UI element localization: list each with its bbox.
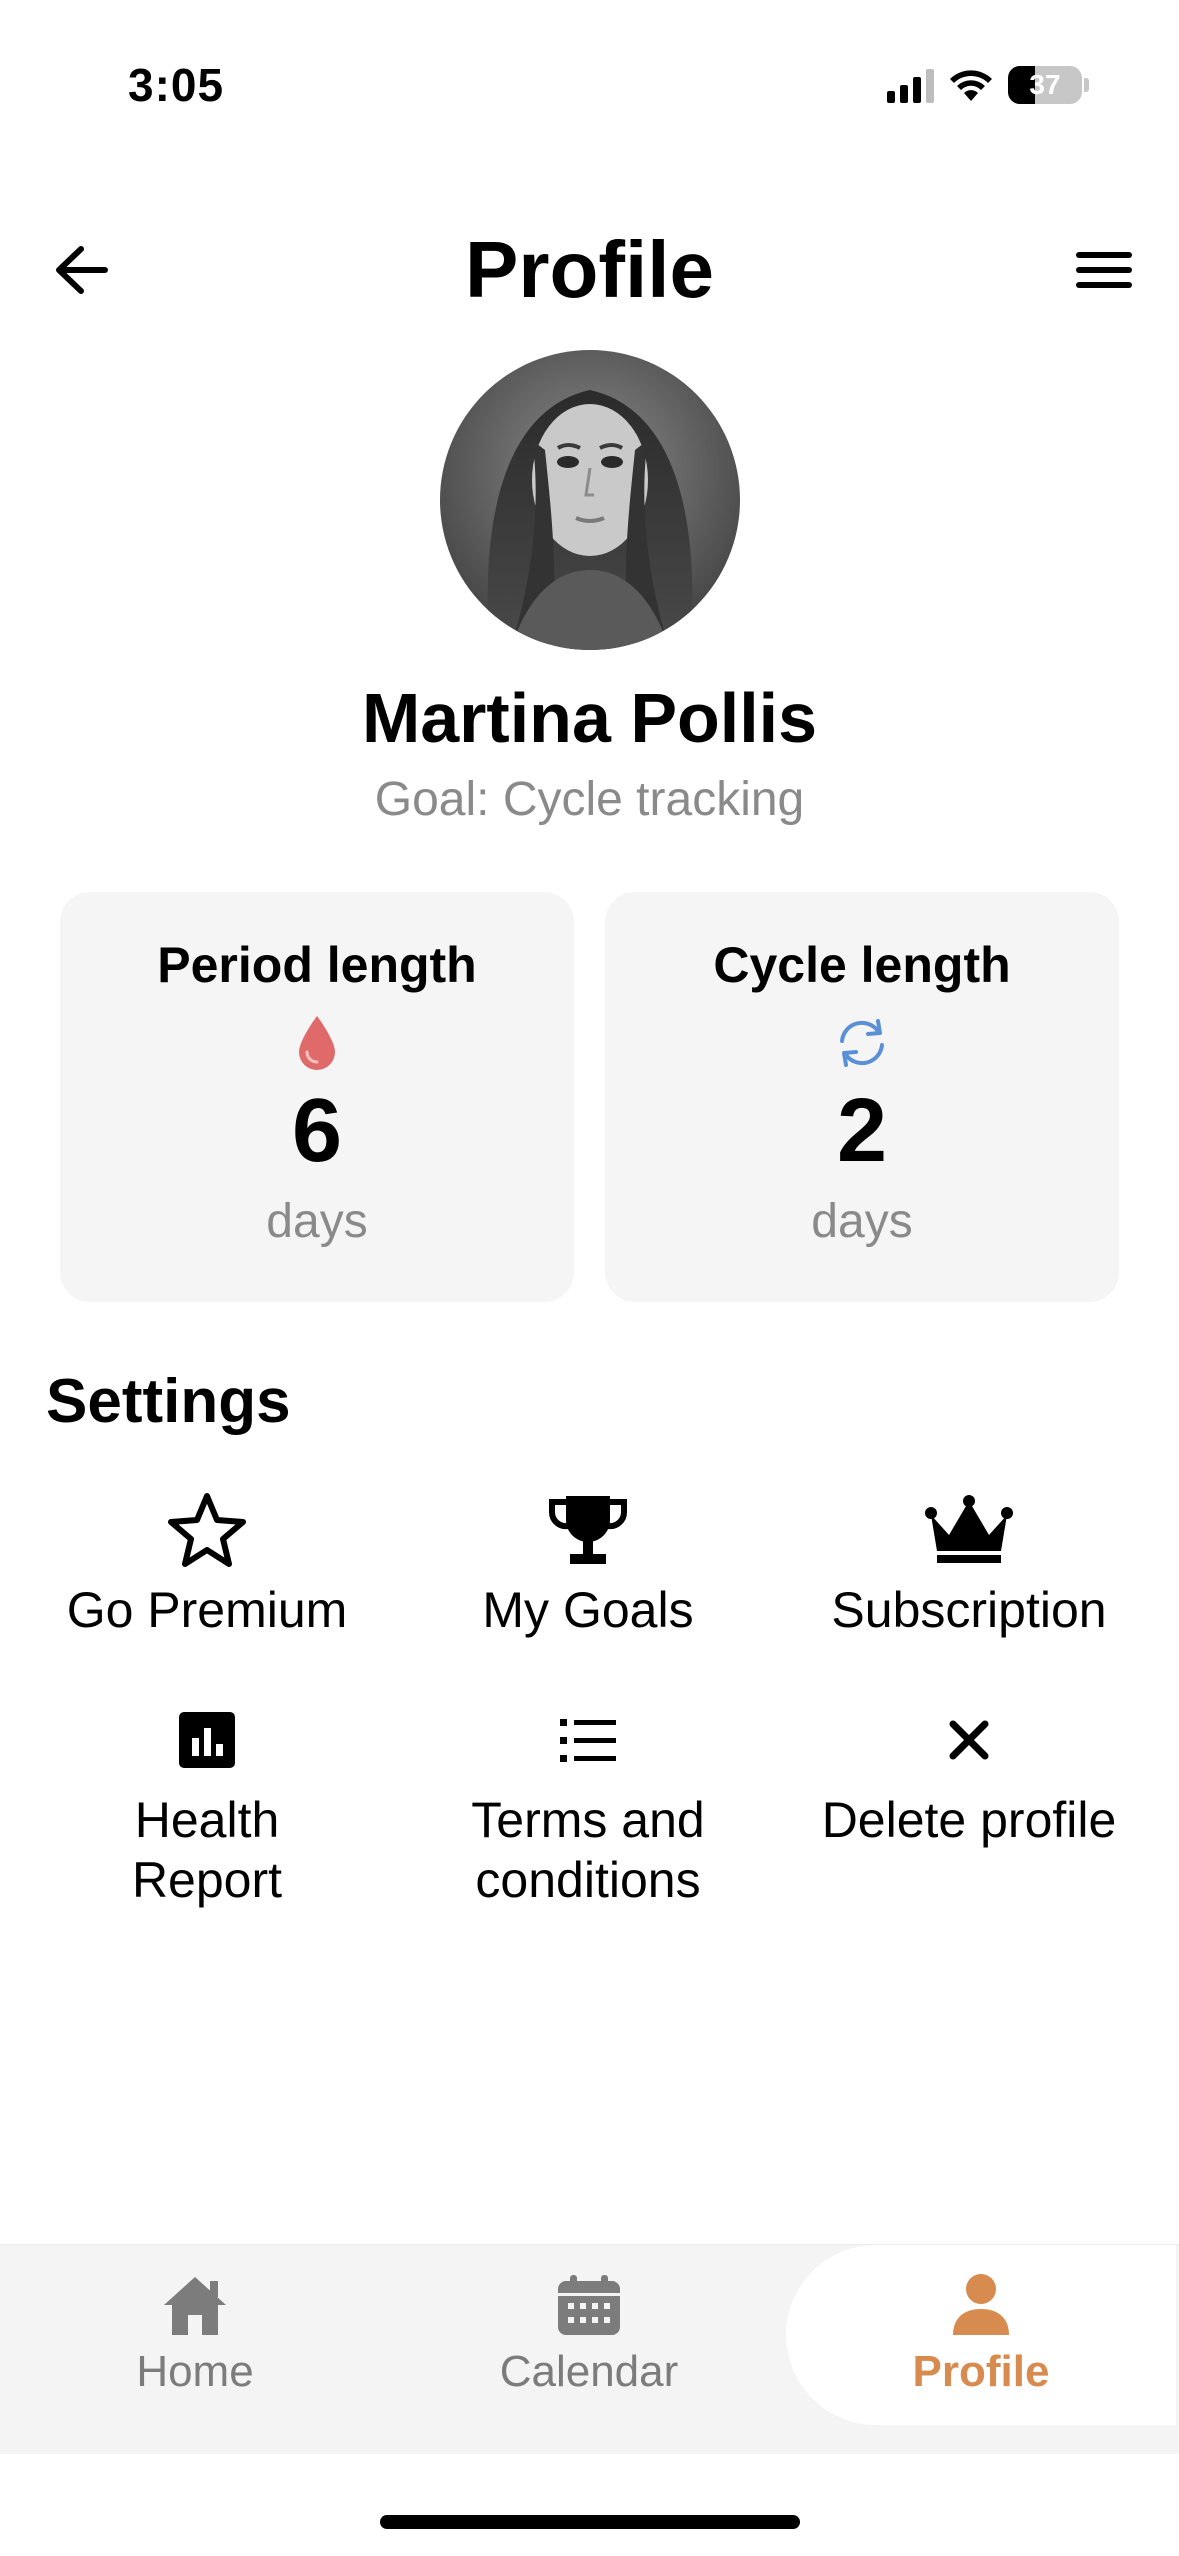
tab-calendar-label: Calendar — [499, 2347, 679, 2396]
my-goals-button[interactable]: My Goals — [398, 1490, 778, 1640]
home-indicator[interactable] — [380, 2515, 800, 2529]
sync-icon — [840, 1019, 884, 1067]
cycle-length-card[interactable]: Cycle length 2 days — [605, 892, 1119, 1302]
health-report-button[interactable]: Health Report — [17, 1700, 397, 1910]
tab-home-label: Home — [136, 2347, 254, 2396]
user-name: Martina Pollis — [361, 679, 818, 757]
period-length-title: Period length — [157, 937, 477, 993]
settings-heading: Settings — [46, 1367, 291, 1436]
status-bar: 3:05 37 — [0, 0, 1179, 170]
period-length-card[interactable]: Period length 6 days — [60, 892, 574, 1302]
close-icon — [949, 1720, 989, 1760]
chart-icon — [179, 1712, 235, 1768]
blood-drop-icon — [299, 1016, 335, 1070]
period-length-value: 6 — [291, 1081, 343, 1181]
cycle-length-unit: days — [811, 1195, 913, 1248]
subscription-button[interactable]: Subscription — [779, 1490, 1159, 1640]
status-icons: 37 — [887, 66, 1089, 104]
menu-button[interactable] — [1071, 240, 1137, 300]
trophy-icon — [548, 1496, 628, 1564]
terms-label: Terms and conditions — [471, 1792, 705, 1908]
status-time: 3:05 — [128, 59, 225, 111]
crown-icon — [925, 1495, 1013, 1563]
user-goal: Goal: Cycle tracking — [374, 773, 805, 826]
tab-home[interactable]: Home — [0, 2245, 390, 2425]
wifi-icon — [950, 70, 992, 101]
header: Profile — [0, 210, 1179, 330]
star-icon — [168, 1493, 246, 1567]
person-icon — [953, 2274, 1009, 2335]
tab-bar: Home Calendar Profile — [0, 2244, 1179, 2454]
battery-icon: 37 — [1008, 66, 1082, 104]
profile-screen: 3:05 37 Profile Martina Pollis Goal: Cyc… — [0, 0, 1179, 2556]
list-icon — [560, 1719, 616, 1762]
delete-profile-label: Delete profile — [821, 1792, 1117, 1848]
tab-profile-label: Profile — [912, 2347, 1050, 2396]
delete-profile-button[interactable]: Delete profile — [779, 1700, 1159, 1850]
profile-photo — [440, 350, 740, 650]
page-title: Profile — [465, 225, 714, 314]
home-icon — [164, 2277, 226, 2335]
avatar[interactable] — [440, 350, 740, 650]
period-length-unit: days — [266, 1195, 368, 1248]
cycle-length-title: Cycle length — [713, 937, 1011, 993]
cycle-length-value: 2 — [836, 1081, 888, 1181]
tab-profile[interactable]: Profile — [786, 2245, 1176, 2425]
health-report-label: Health Report — [131, 1792, 283, 1908]
go-premium-button[interactable]: Go Premium — [17, 1490, 397, 1640]
subscription-label: Subscription — [831, 1582, 1107, 1638]
terms-button[interactable]: Terms and conditions — [398, 1700, 778, 1910]
tab-calendar[interactable]: Calendar — [394, 2245, 784, 2425]
hamburger-menu-icon — [1076, 252, 1132, 288]
calendar-icon — [558, 2275, 620, 2335]
cellular-signal-icon — [887, 67, 934, 103]
go-premium-label: Go Premium — [66, 1582, 348, 1638]
my-goals-label: My Goals — [482, 1582, 694, 1638]
battery-level: 37 — [1029, 69, 1061, 100]
